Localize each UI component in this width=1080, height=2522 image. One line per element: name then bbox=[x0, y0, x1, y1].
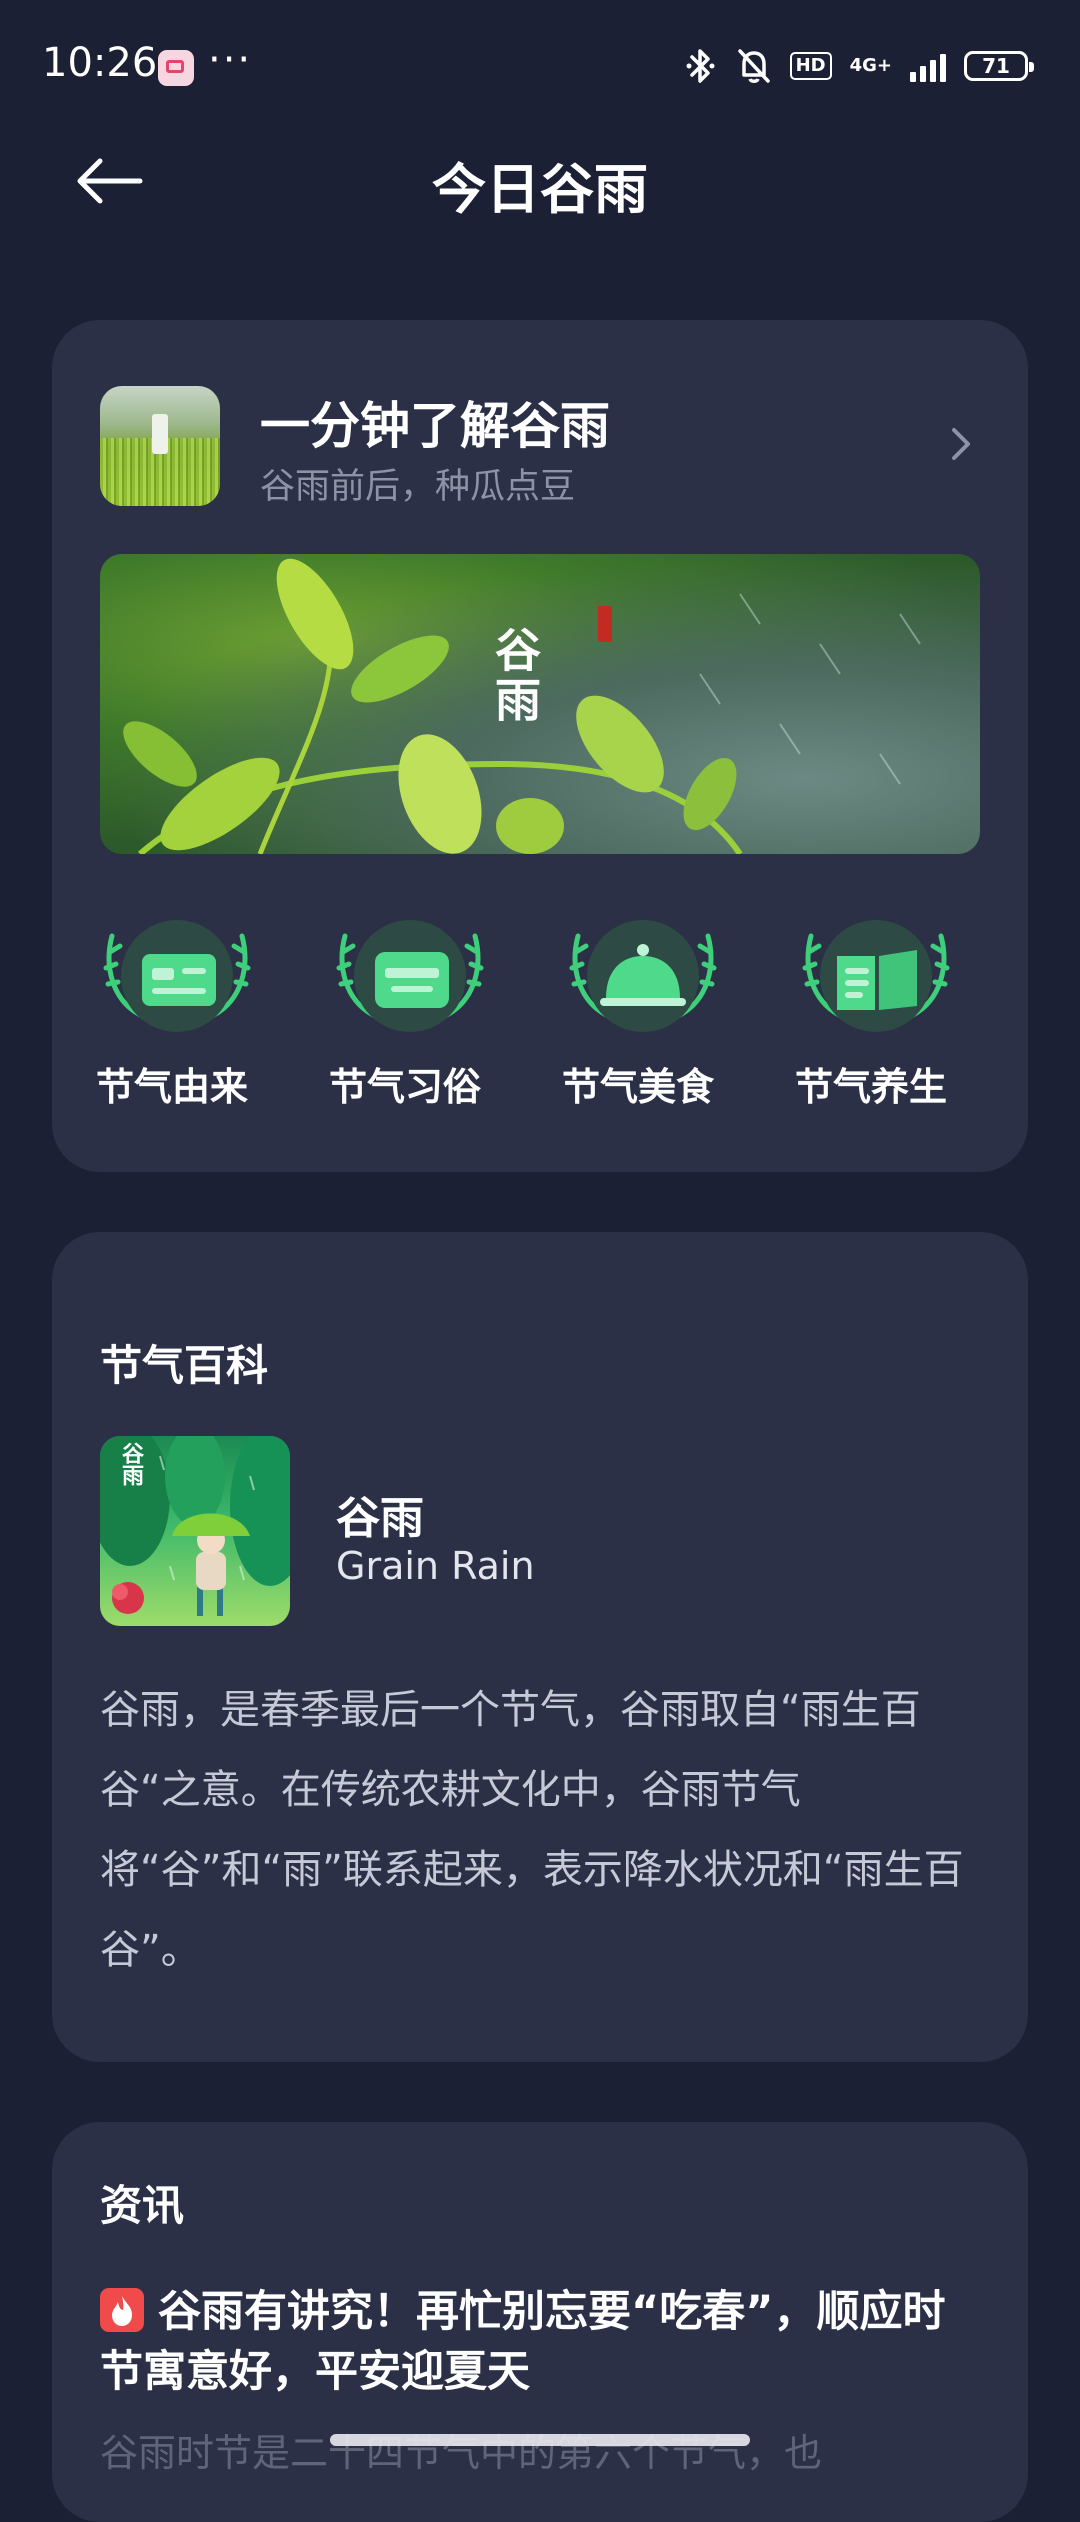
category-health[interactable]: 节气养生 bbox=[751, 906, 951, 1126]
status-time: 10:26 bbox=[42, 40, 158, 86]
tv-app-icon bbox=[158, 50, 194, 86]
category-label: 节气习俗 bbox=[328, 1065, 481, 1109]
term-description: 谷雨，是春季最后一个节气，谷雨取自“雨生百谷“之意。在传统农耕文化中，谷雨节气将… bbox=[100, 1687, 964, 1973]
food-dome-icon bbox=[568, 906, 718, 1046]
category-label: 节气由来 bbox=[95, 1065, 248, 1109]
banner-title: 谷雨 bbox=[488, 626, 542, 726]
category-label: 节气美食 bbox=[561, 1065, 714, 1109]
encyclopedia-card: 节气百科 谷雨 谷雨 Grain Rain 谷雨，是春季最后一个节气，谷雨取自“… bbox=[52, 1232, 1028, 2062]
battery-level: 71 bbox=[982, 54, 1010, 78]
section-title: 资讯 bbox=[100, 2181, 185, 2230]
signal-icon bbox=[910, 50, 946, 82]
more-notifications-icon: ··· bbox=[208, 37, 253, 83]
category-row: 节气由来 节气习俗 节气美食 节气养生 bbox=[52, 906, 1028, 1126]
custom-card-icon bbox=[335, 906, 485, 1046]
health-book-icon bbox=[801, 906, 951, 1046]
origin-card-icon bbox=[102, 906, 252, 1046]
news-snippet: 谷雨时节是二十四节气中的第六个节气，也 bbox=[100, 2431, 823, 2475]
news-headline: 谷雨有讲究！再忙别忘要“吃春”，顺应时节寓意好，平安迎夏天 bbox=[100, 2287, 946, 2397]
home-indicator[interactable] bbox=[330, 2434, 750, 2446]
hd-badge: HD bbox=[789, 52, 832, 80]
category-food[interactable]: 节气美食 bbox=[518, 906, 718, 1126]
bell-off-icon bbox=[736, 46, 772, 86]
status-icons: HD 4G+ 71 bbox=[682, 46, 1034, 86]
network-type: 4G+ bbox=[849, 55, 892, 76]
red-seal-stamp bbox=[598, 606, 612, 642]
grain-rain-banner[interactable]: 谷雨 bbox=[100, 554, 980, 854]
term-name: 谷雨 bbox=[336, 1493, 424, 1544]
grain-rain-illustration[interactable]: 谷雨 bbox=[100, 1436, 290, 1626]
section-title: 节气百科 bbox=[100, 1341, 269, 1390]
status-bar: 10:26 ··· HD 4G+ 71 bbox=[0, 0, 1080, 130]
news-card: 资讯 谷雨有讲究！再忙别忘要“吃春”，顺应时节寓意好，平安迎夏天 谷雨时节是二十… bbox=[52, 2122, 1028, 2522]
news-headline-link[interactable]: 谷雨有讲究！再忙别忘要“吃春”，顺应时节寓意好，平安迎夏天 bbox=[100, 2282, 980, 2402]
hot-fire-icon bbox=[100, 2288, 144, 2332]
battery-icon: 71 bbox=[964, 51, 1034, 81]
intro-title: 一分钟了解谷雨 bbox=[260, 397, 610, 455]
intro-subtitle: 谷雨前后，种瓜点豆 bbox=[260, 467, 576, 507]
term-english: Grain Rain bbox=[336, 1544, 535, 1588]
category-label: 节气养生 bbox=[794, 1065, 947, 1109]
chevron-right-icon bbox=[946, 424, 976, 464]
category-origin[interactable]: 节气由来 bbox=[52, 906, 252, 1126]
category-customs[interactable]: 节气习俗 bbox=[285, 906, 485, 1126]
page-title: 今日谷雨 bbox=[432, 158, 648, 221]
illustration-caption: 谷雨 bbox=[118, 1442, 143, 1486]
intro-card: 一分钟了解谷雨 谷雨前后，种瓜点豆 谷雨 节气由来 节气习俗 节气美食 节气养生 bbox=[52, 320, 1028, 1172]
bluetooth-icon bbox=[682, 46, 718, 86]
intro-thumbnail bbox=[100, 386, 220, 506]
